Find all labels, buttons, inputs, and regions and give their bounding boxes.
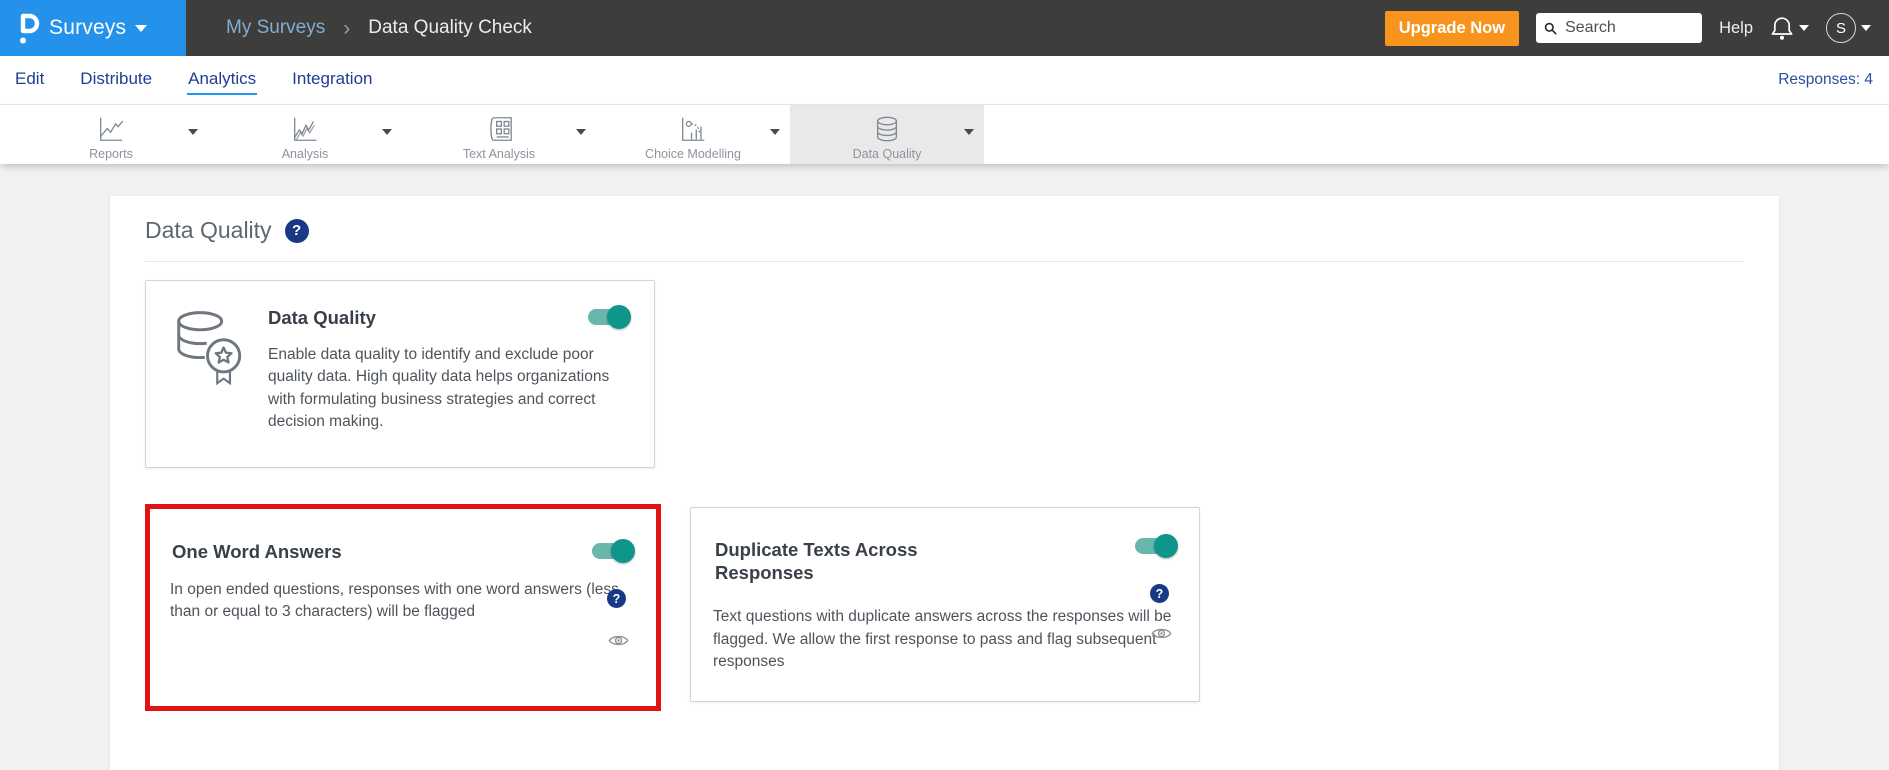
tool-tab-data-quality[interactable]: Data Quality [790, 105, 984, 164]
data-quality-panel: Data Quality ? Data Quality Enable data … [110, 196, 1779, 770]
chevron-down-icon [1861, 25, 1871, 31]
highlight-outline: One Word Answers In open ended questions… [145, 504, 661, 711]
tool-tab-label: Analysis [281, 147, 329, 161]
help-link[interactable]: Help [1719, 19, 1753, 38]
tool-tab-label: Text Analysis [462, 147, 536, 161]
chevron-down-icon[interactable] [382, 129, 392, 135]
nav-tab-edit[interactable]: Edit [14, 65, 45, 95]
tool-tab-text-analysis[interactable]: Text Analysis [402, 105, 596, 164]
breadcrumb-separator-icon: › [343, 16, 351, 40]
search-box[interactable] [1536, 13, 1703, 43]
notifications-button[interactable] [1770, 15, 1809, 42]
one-word-answers-toggle[interactable] [592, 539, 635, 563]
tool-tab-reports[interactable]: Reports [14, 105, 208, 164]
questionpro-logo [20, 13, 40, 43]
panel-header: Data Quality ? [145, 196, 1744, 262]
preview-eye-icon[interactable] [1151, 626, 1172, 641]
nav-tab-integration[interactable]: Integration [291, 65, 373, 95]
nav-tab-distribute[interactable]: Distribute [79, 65, 153, 95]
tool-tab-label: Reports [89, 147, 133, 161]
search-input[interactable] [1563, 18, 1695, 38]
breadcrumb: My Surveys › Data Quality Check [226, 0, 532, 56]
bell-icon [1771, 16, 1793, 40]
flag-cards-row: One Word Answers In open ended questions… [145, 504, 1744, 711]
database-star-icon [177, 311, 242, 386]
database-icon [876, 116, 898, 142]
tool-tab-choice-modelling[interactable]: Choice Modelling [596, 105, 790, 164]
tool-tab-analysis[interactable]: Analysis [208, 105, 402, 164]
duplicate-texts-toggle[interactable] [1135, 534, 1178, 558]
help-icon[interactable]: ? [1150, 584, 1169, 603]
card-title: One Word Answers [172, 541, 342, 562]
chevron-down-icon[interactable] [770, 129, 780, 135]
document-grid-icon [490, 117, 512, 141]
one-word-answers-card: One Word Answers In open ended questions… [150, 509, 656, 706]
toggle-knob [1154, 534, 1178, 558]
top-bar: Surveys My Surveys › Data Quality Check … [0, 0, 1889, 56]
nav-tab-analytics[interactable]: Analytics [187, 65, 258, 95]
tool-tab-label: Choice Modelling [645, 147, 741, 161]
card-title: Data Quality [268, 307, 376, 328]
chevron-down-icon[interactable] [188, 129, 198, 135]
topbar-actions: Upgrade Now Help S [1384, 0, 1889, 56]
tool-tab-label: Data Quality [852, 147, 922, 161]
toggle-knob [607, 305, 631, 329]
surveys-menu-button[interactable]: Surveys [0, 0, 186, 56]
model-chart-icon [682, 117, 705, 141]
account-menu-button[interactable]: S [1826, 13, 1871, 43]
page-title: Data Quality [145, 217, 272, 243]
card-description: Enable data quality to identify and excl… [268, 346, 610, 431]
chevron-down-icon [135, 24, 148, 32]
multi-line-chart-icon [294, 117, 317, 141]
duplicate-texts-card: Duplicate Texts Across Responses Text qu… [690, 507, 1200, 702]
upgrade-now-button[interactable]: Upgrade Now [1384, 10, 1520, 46]
chevron-down-icon[interactable] [576, 129, 586, 135]
breadcrumb-parent-link[interactable]: My Surveys [226, 17, 325, 39]
chevron-down-icon[interactable] [964, 129, 974, 135]
card-description: In open ended questions, responses with … [170, 581, 619, 621]
breadcrumb-current: Data Quality Check [368, 17, 532, 38]
survey-nav: Edit Distribute Analytics Integration Re… [0, 56, 1889, 104]
data-quality-card: Data Quality Enable data quality to iden… [145, 280, 655, 468]
page-background: Data Quality ? Data Quality Enable data … [0, 164, 1889, 770]
line-chart-icon [100, 117, 124, 141]
toggle-knob [611, 539, 635, 563]
data-quality-toggle[interactable] [588, 305, 631, 329]
card-body: Data Quality Enable data quality to iden… [268, 305, 631, 467]
preview-eye-icon[interactable] [608, 633, 629, 648]
product-name: Surveys [49, 16, 127, 39]
chevron-down-icon [1799, 25, 1809, 31]
search-icon [1544, 22, 1557, 35]
card-description: Text questions with duplicate answers ac… [713, 608, 1172, 671]
help-icon[interactable]: ? [284, 218, 309, 243]
card-title: Duplicate Texts Across Responses [715, 539, 918, 584]
help-icon[interactable]: ? [607, 589, 626, 608]
avatar: S [1826, 13, 1856, 43]
responses-count: Responses: 4 [1778, 71, 1873, 88]
analytics-toolbar: Reports Analysis Text Analysis Choice Mo… [0, 104, 1889, 164]
